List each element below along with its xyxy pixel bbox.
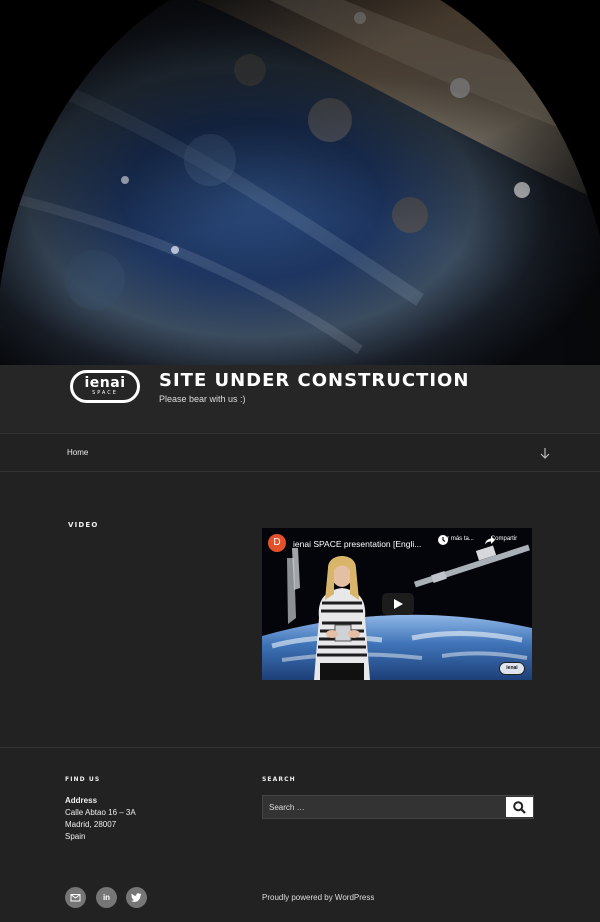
nav-item-home[interactable]: Home — [67, 448, 88, 457]
footer-divider — [0, 747, 600, 748]
find-us-title: FIND US — [65, 776, 101, 783]
share-icon — [485, 536, 495, 545]
channel-avatar[interactable]: D — [268, 534, 286, 552]
section-title: VIDEO — [68, 521, 99, 529]
address-block: Address Calle Abtao 16 – 3A Madrid, 2800… — [65, 795, 136, 843]
linkedin-icon: in — [102, 893, 111, 902]
play-icon[interactable] — [382, 593, 414, 615]
watch-later-button[interactable]: Ver más ta... — [437, 534, 477, 545]
video-embed[interactable]: D ienai SPACE presentation [Engli... Ver… — [262, 528, 532, 680]
powered-by-link[interactable]: Proudly powered by WordPress — [262, 893, 374, 902]
social-linkedin-link[interactable]: in — [96, 887, 117, 908]
arrow-down-icon[interactable] — [538, 446, 552, 460]
social-twitter-link[interactable] — [126, 887, 147, 908]
site-branding: ienai SPACE SITE UNDER CONSTRUCTION Plea… — [0, 365, 600, 433]
video-title[interactable]: ienai SPACE presentation [Engli... — [293, 539, 421, 549]
email-icon — [70, 894, 81, 902]
search-icon — [513, 801, 526, 814]
search-title: SEARCH — [262, 776, 296, 783]
social-email-link[interactable] — [65, 887, 86, 908]
site-description: Please bear with us :) — [159, 394, 246, 404]
site-title[interactable]: SITE UNDER CONSTRUCTION — [159, 370, 469, 391]
twitter-icon — [131, 893, 142, 902]
search-button[interactable] — [506, 797, 533, 817]
clock-icon — [438, 535, 448, 545]
address-line: Spain — [65, 832, 86, 841]
address-label: Address — [65, 796, 98, 805]
main-navigation: Home — [0, 433, 600, 472]
share-button[interactable]: Compartir — [484, 534, 524, 545]
video-channel-badge: ienai — [499, 662, 525, 675]
jupiter-image — [0, 0, 600, 365]
address-line: Calle Abtao 16 – 3A — [65, 808, 136, 817]
address-line: Madrid, 28007 — [65, 820, 117, 829]
site-logo[interactable]: ienai SPACE — [70, 370, 140, 403]
search-input[interactable] — [263, 796, 505, 818]
header-image — [0, 0, 600, 365]
search-form — [262, 795, 534, 819]
logo-subtext: SPACE — [92, 389, 118, 396]
logo-text: ienai — [84, 374, 126, 391]
